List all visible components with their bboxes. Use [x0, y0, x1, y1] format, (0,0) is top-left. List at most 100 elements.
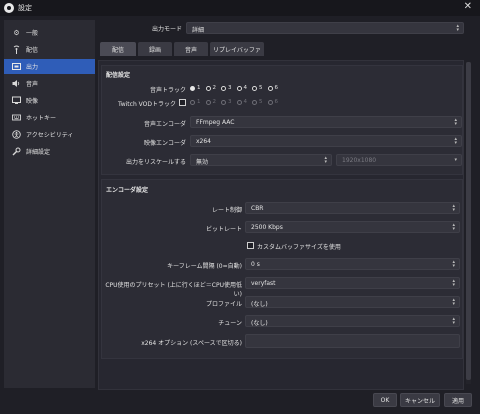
keyframe-spinbox[interactable]: 0 s ▴ ▾: [245, 258, 460, 270]
bitrate-label: ビットレート: [205, 226, 242, 233]
audio-track-label: 音声トラック: [149, 87, 186, 94]
profile-select[interactable]: (なし) ▴ ▾: [245, 296, 460, 308]
cancel-button[interactable]: キャンセル: [400, 393, 440, 407]
sidebar-item-hotkeys[interactable]: ホットキー: [4, 110, 95, 125]
sidebar-item-label: 出力: [26, 64, 39, 71]
rate-control-value: CBR: [251, 205, 264, 212]
profile-value: (なし): [251, 301, 268, 308]
updown-arrow-icon: ▴ ▾: [452, 222, 455, 232]
audio-encoder-select[interactable]: FFmpeg AAC ▴ ▾: [190, 116, 462, 128]
chevron-down-icon: ▾: [454, 157, 457, 163]
keyboard-icon: [12, 113, 21, 122]
audio-track-radio-2[interactable]: 2: [205, 85, 216, 91]
sidebar-item-audio[interactable]: 音声: [4, 76, 95, 91]
ok-button[interactable]: OK: [373, 393, 397, 407]
stream-settings-title: 配信設定: [106, 72, 131, 79]
tab-replay-buffer[interactable]: リプレイバッファ: [210, 42, 264, 56]
twitch-vod-label: Twitch VODトラック: [118, 101, 176, 108]
audio-encoder-label: 音声エンコーダ: [143, 121, 186, 128]
tab-stream[interactable]: 配信: [100, 42, 136, 56]
rescale-value: 無効: [196, 159, 209, 166]
tab-audio[interactable]: 音声: [174, 42, 208, 56]
sidebar-item-label: 配信: [26, 47, 39, 54]
tune-label: チューン: [218, 320, 242, 327]
rescale-resolution-select: 1920x1080 ▾: [336, 154, 462, 166]
keyframe-value: 0 s: [251, 261, 260, 268]
sidebar-item-label: アクセシビリティ: [26, 132, 74, 139]
audio-track-radio-1[interactable]: 1: [190, 85, 201, 91]
rate-control-label: レート制御: [211, 207, 242, 214]
twitch-vod-radio-4: 4: [236, 99, 247, 105]
sidebar-item-label: 詳細設定: [26, 149, 51, 156]
encoder-settings-group: エンコーダ設定 レート制御 CBR ▴ ▾ ビットレート 2500 Kbps ▴ ▾…: [101, 179, 463, 359]
sidebar-item-label: 音声: [26, 81, 39, 88]
updown-arrow-icon: ▴ ▾: [452, 297, 455, 307]
tune-value: (なし): [251, 320, 268, 327]
updown-arrow-icon: ▴ ▾: [454, 136, 457, 146]
rescale-resolution-value: 1920x1080: [342, 157, 377, 164]
twitch-vod-radio-3: 3: [221, 99, 232, 105]
updown-arrow-icon: ▴ ▾: [452, 203, 455, 213]
cpu-preset-label: CPU使用のプリセット (上に行くほど＝CPU使用低い): [105, 282, 242, 298]
profile-label: プロファイル: [205, 301, 242, 308]
sidebar-item-video[interactable]: 映像: [4, 93, 95, 108]
sidebar-item-advanced[interactable]: 詳細設定: [4, 144, 95, 159]
antenna-icon: [12, 45, 21, 54]
cpu-preset-value: veryfast: [251, 280, 276, 287]
sidebar-item-general[interactable]: ⚙ 一般: [4, 25, 95, 40]
audio-track-radio-4[interactable]: 4: [236, 85, 247, 91]
updown-arrow-icon: ▴ ▾: [454, 117, 457, 127]
output-mode-value: 詳細: [192, 27, 205, 34]
obs-logo-icon: [4, 3, 14, 13]
audio-track-radios: 1 2 3 4 5 6: [190, 85, 283, 91]
video-encoder-select[interactable]: x264 ▴ ▾: [190, 135, 462, 147]
output-mode-label: 出力モード: [151, 26, 182, 33]
updown-arrow-icon: ▴ ▾: [452, 278, 455, 288]
rate-control-select[interactable]: CBR ▴ ▾: [245, 202, 460, 214]
rescale-select[interactable]: 無効 ▴ ▾: [190, 154, 332, 166]
output-icon: [12, 62, 21, 71]
gear-icon: ⚙: [13, 28, 20, 37]
speaker-icon: [12, 79, 21, 88]
twitch-vod-radio-1: 1: [190, 99, 201, 105]
sidebar-item-accessibility[interactable]: アクセシビリティ: [4, 127, 95, 142]
cpu-preset-select[interactable]: veryfast ▴ ▾: [245, 277, 460, 289]
tab-recording[interactable]: 録画: [138, 42, 172, 56]
twitch-vod-checkbox[interactable]: [179, 99, 186, 106]
rescale-label: 出力をリスケールする: [125, 159, 186, 166]
updown-arrow-icon: ▴ ▾: [452, 259, 455, 269]
audio-encoder-value: FFmpeg AAC: [196, 119, 235, 126]
bitrate-value: 2500 Kbps: [251, 224, 283, 231]
keyframe-label: キーフレーム間隔 (0=自動): [167, 263, 242, 270]
apply-button[interactable]: 適用: [444, 393, 472, 407]
sidebar-item-output[interactable]: 出力: [4, 59, 95, 74]
audio-track-radio-6[interactable]: 6: [267, 85, 278, 91]
custom-buffer-label: カスタムバッファサイズを使用: [257, 244, 341, 251]
title-bar: 設定 ✕: [0, 0, 480, 16]
updown-arrow-icon: ▴ ▾: [452, 316, 455, 326]
panel-scrollbar[interactable]: [466, 62, 471, 384]
updown-arrow-icon: ▴ ▾: [456, 23, 459, 33]
encoder-settings-title: エンコーダ設定: [106, 187, 149, 194]
bitrate-spinbox[interactable]: 2500 Kbps ▴ ▾: [245, 221, 460, 233]
wrench-icon: [12, 147, 21, 156]
scrollbar-thumb[interactable]: [466, 62, 471, 380]
twitch-vod-radio-2: 2: [205, 99, 216, 105]
tune-select[interactable]: (なし) ▴ ▾: [245, 315, 460, 327]
sidebar: ⚙ 一般 配信 出力 音声 映像 ホットキー アクセシビリティ 詳細設定: [4, 20, 95, 388]
x264-options-label: x264 オプション (スペースで区切る): [141, 340, 242, 347]
updown-arrow-icon: ▴ ▾: [324, 155, 327, 165]
close-icon[interactable]: ✕: [464, 1, 472, 12]
twitch-vod-radios: 1 2 3 4 5 6: [190, 99, 283, 105]
sidebar-item-stream[interactable]: 配信: [4, 42, 95, 57]
stream-settings-group: 配信設定 音声トラック 1 2 3 4 5 6 Twitch VODトラック 1…: [101, 65, 463, 175]
window-title: 設定: [18, 4, 32, 12]
audio-track-radio-3[interactable]: 3: [221, 85, 232, 91]
video-encoder-value: x264: [196, 138, 212, 145]
twitch-vod-radio-5: 5: [252, 99, 263, 105]
audio-track-radio-5[interactable]: 5: [252, 85, 263, 91]
output-mode-select[interactable]: 詳細 ▴ ▾: [186, 22, 464, 34]
x264-options-input[interactable]: [245, 334, 460, 348]
settings-panel: 配信設定 音声トラック 1 2 3 4 5 6 Twitch VODトラック 1…: [98, 60, 464, 390]
custom-buffer-checkbox[interactable]: [247, 242, 254, 249]
